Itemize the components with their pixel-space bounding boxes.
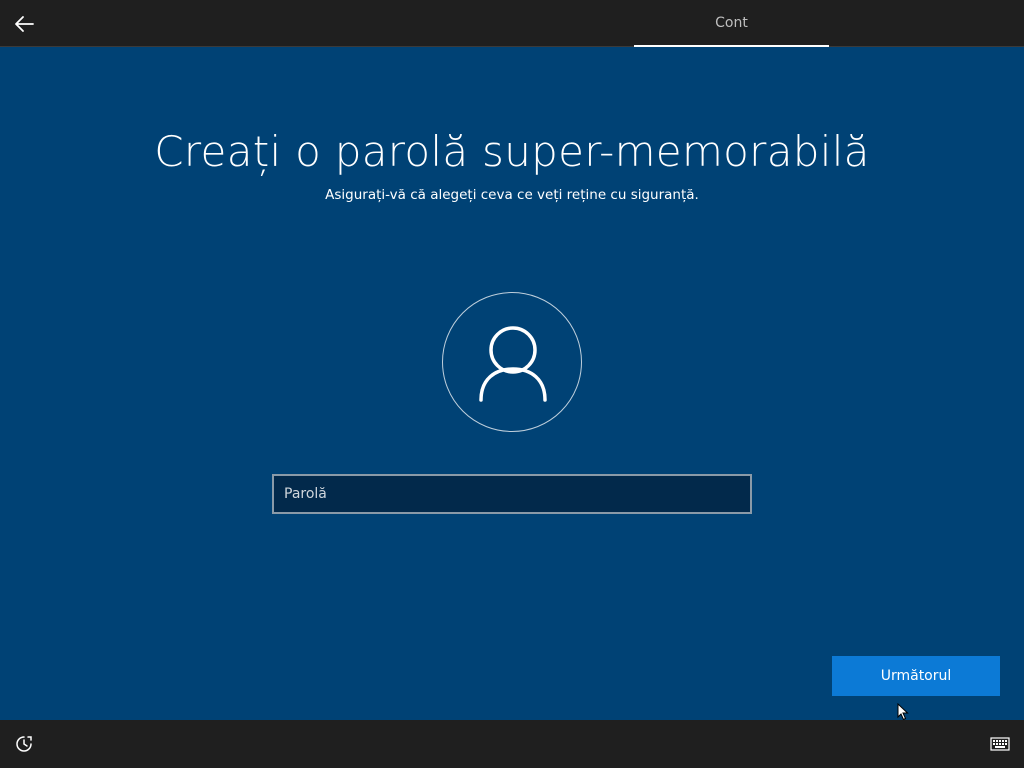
bottom-bar bbox=[0, 720, 1024, 768]
user-icon bbox=[479, 326, 547, 402]
avatar bbox=[442, 292, 582, 432]
page-title: Creați o parolă super-memorabilă bbox=[154, 127, 870, 176]
mouse-pointer-icon bbox=[897, 703, 909, 721]
ease-of-access-icon bbox=[16, 736, 32, 752]
tab-account-label: Cont bbox=[715, 14, 748, 31]
top-bar: Cont bbox=[0, 0, 1024, 47]
next-button[interactable]: Următorul bbox=[832, 656, 1000, 696]
page-subtitle: Asigurați-vă că alegeți ceva ce veți reț… bbox=[325, 187, 699, 203]
back-button[interactable] bbox=[10, 10, 38, 38]
arrow-left-icon bbox=[15, 16, 34, 32]
password-input[interactable] bbox=[272, 474, 752, 514]
tab-account: Cont bbox=[634, 0, 829, 47]
keyboard-button[interactable] bbox=[990, 736, 1010, 752]
main-panel: Creați o parolă super-memorabilă Asigura… bbox=[0, 48, 1024, 721]
keyboard-icon bbox=[990, 737, 1010, 751]
ease-of-access-button[interactable] bbox=[14, 734, 34, 754]
